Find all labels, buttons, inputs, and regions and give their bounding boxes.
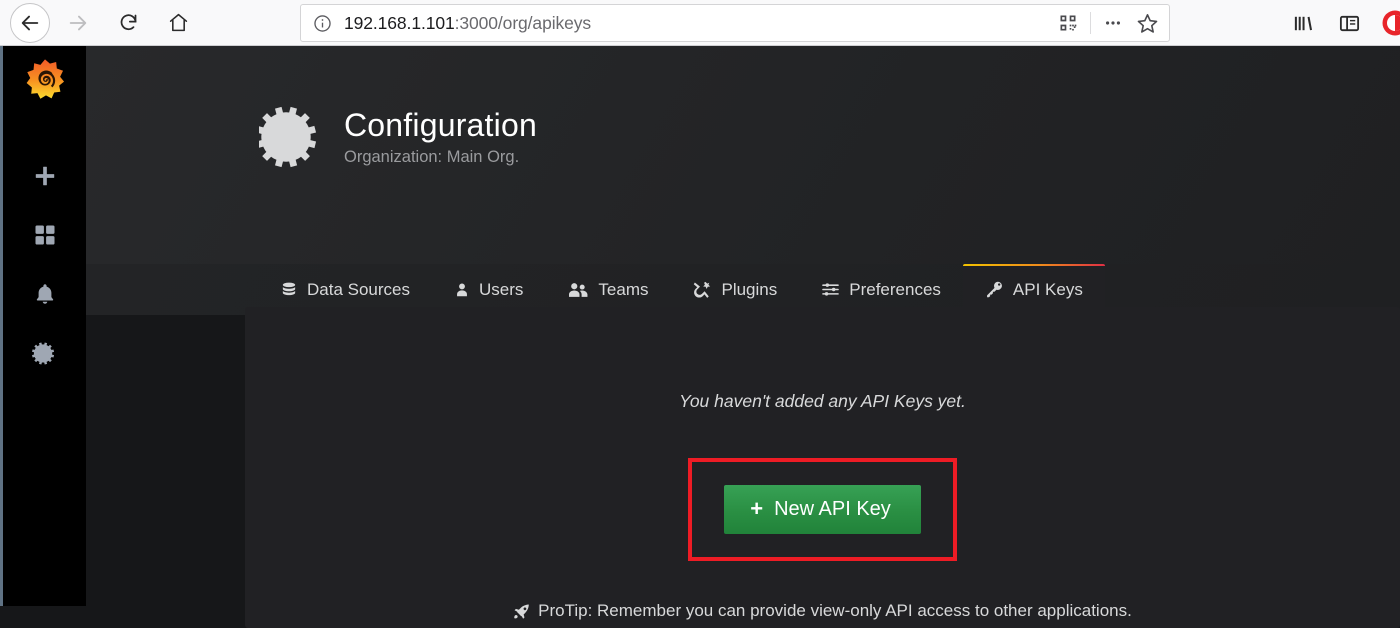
reload-button[interactable]	[106, 5, 150, 41]
users-icon	[567, 281, 589, 299]
tab-label: Preferences	[849, 280, 941, 300]
home-button[interactable]	[156, 5, 200, 41]
sliders-icon	[821, 280, 840, 299]
new-key-button-area: + New API Key	[245, 458, 1400, 561]
url-bar-actions	[1052, 7, 1163, 39]
browser-toolbar: 192.168.1.101:3000/org/apikeys	[0, 0, 1400, 46]
page-header: Configuration Organization: Main Org.	[86, 46, 1400, 270]
dashboards-icon	[33, 223, 57, 247]
gear-icon	[32, 341, 57, 366]
sidebar-nav-items	[23, 159, 67, 370]
rocket-icon	[513, 603, 530, 620]
sidebar-item-configuration[interactable]	[23, 336, 67, 370]
star-icon[interactable]	[1131, 7, 1163, 39]
extension-icon[interactable]	[1378, 6, 1400, 40]
new-api-key-button[interactable]: + New API Key	[724, 485, 921, 534]
page-actions-icon[interactable]	[1097, 7, 1129, 39]
key-icon	[985, 280, 1004, 299]
sidebar-toggle-icon[interactable]	[1332, 6, 1366, 40]
database-icon	[280, 281, 298, 299]
tab-label: API Keys	[1013, 280, 1083, 300]
page-title: Configuration	[344, 107, 537, 143]
url-host: 192.168.1.101	[344, 13, 455, 33]
browser-toolbar-right	[1286, 0, 1400, 46]
page-header-gear-icon	[258, 104, 324, 170]
url-bar-divider	[1090, 12, 1091, 34]
sidebar-item-create[interactable]	[23, 159, 67, 193]
sidebar-item-dashboards[interactable]	[23, 218, 67, 252]
bell-icon	[33, 282, 57, 306]
empty-state-message: You haven't added any API Keys yet.	[245, 391, 1400, 412]
library-icon[interactable]	[1286, 6, 1320, 40]
back-arrow-icon	[19, 12, 41, 34]
user-icon	[454, 281, 470, 299]
reload-icon	[118, 12, 139, 33]
grafana-logo[interactable]	[23, 57, 67, 101]
browser-nav-buttons	[0, 3, 200, 43]
home-icon	[168, 12, 189, 33]
tab-label: Data Sources	[307, 280, 410, 300]
tab-label: Users	[479, 280, 523, 300]
new-api-key-label: New API Key	[774, 499, 891, 519]
grafana-app: Configuration Organization: Main Org. Da…	[0, 46, 1400, 606]
protip: ProTip: Remember you can provide view-on…	[245, 601, 1400, 621]
plug-icon	[692, 280, 712, 299]
page-subtitle: Organization: Main Org.	[344, 147, 537, 167]
info-icon[interactable]	[313, 14, 332, 33]
url-path: :3000/org/apikeys	[455, 13, 591, 33]
tab-label: Plugins	[721, 280, 777, 300]
back-button[interactable]	[10, 3, 50, 43]
sidebar-item-alerting[interactable]	[23, 277, 67, 311]
forward-button[interactable]	[56, 5, 100, 41]
api-keys-panel: You haven't added any API Keys yet. + Ne…	[245, 307, 1400, 628]
url-text: 192.168.1.101:3000/org/apikeys	[344, 13, 1052, 34]
plus-icon	[32, 163, 58, 189]
protip-text: ProTip: Remember you can provide view-on…	[538, 601, 1132, 621]
url-bar[interactable]: 192.168.1.101:3000/org/apikeys	[300, 4, 1170, 42]
highlight-box: + New API Key	[688, 458, 957, 561]
qr-code-icon[interactable]	[1052, 7, 1084, 39]
forward-arrow-icon	[67, 12, 89, 34]
plus-icon: +	[750, 498, 763, 520]
tab-label: Teams	[598, 280, 648, 300]
sidebar	[3, 46, 86, 606]
